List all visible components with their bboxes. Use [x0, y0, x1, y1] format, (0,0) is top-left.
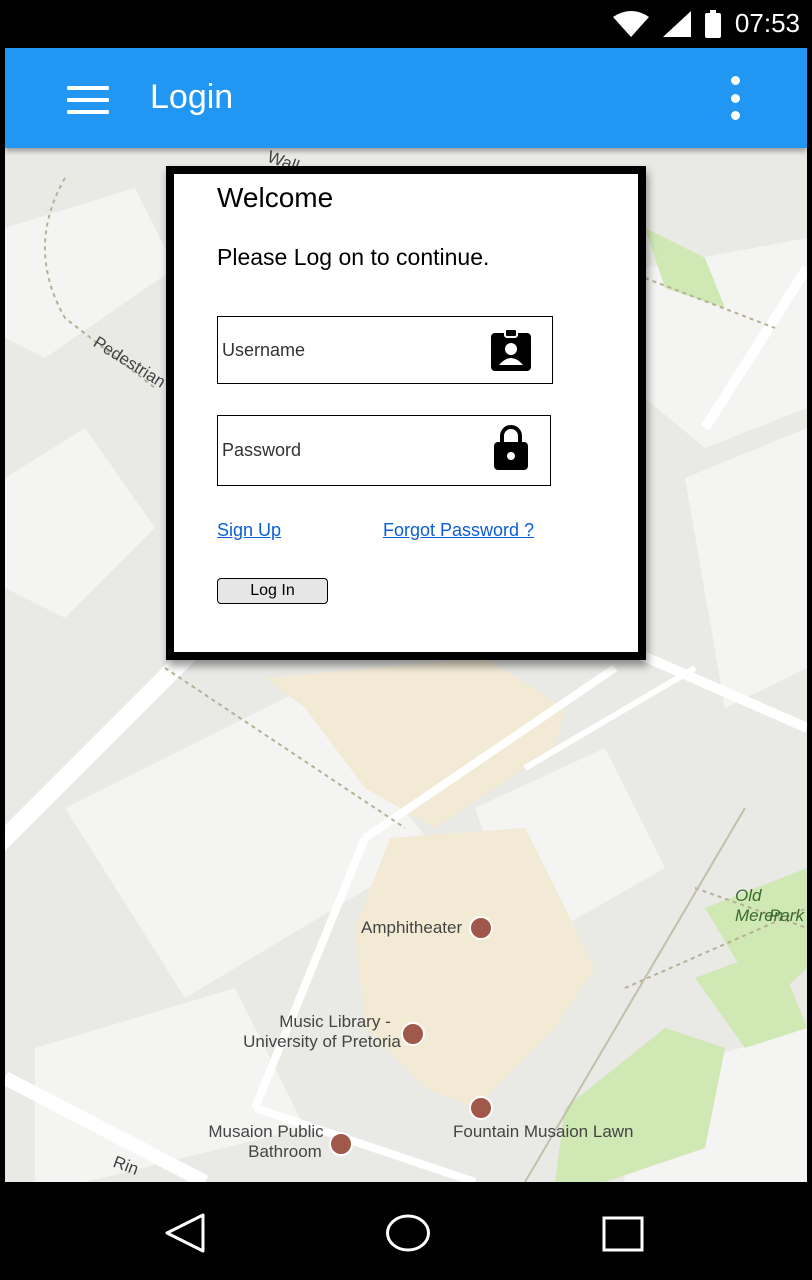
login-dialog-body: Welcome Please Log on to continue. Usern… [174, 174, 638, 652]
status-icons: 07:53 [612, 8, 800, 39]
system-nav-bar [5, 1182, 807, 1280]
username-placeholder: Username [222, 340, 306, 360]
sign-up-link[interactable]: Sign Up [217, 520, 281, 541]
map-building [685, 428, 807, 708]
welcome-heading: Welcome [217, 182, 334, 213]
password-field[interactable]: Password [217, 415, 551, 486]
login-dialog: Welcome Please Log on to continue. Usern… [166, 166, 646, 660]
fountain-poi-icon[interactable] [469, 1096, 493, 1120]
lock-icon [494, 425, 528, 470]
map-label-bathroom-2: Bathroom [248, 1142, 322, 1161]
forgot-password-link[interactable]: Forgot Password ? [383, 520, 534, 541]
theater-poi-icon[interactable] [469, 916, 493, 940]
map-building [5, 428, 155, 618]
map-label-music-library-1: Music Library - [279, 1012, 391, 1031]
login-button[interactable]: Log In [217, 578, 328, 604]
restroom-poi-icon[interactable] [329, 1132, 353, 1156]
map-label-bathroom-1: Musaion Public [208, 1122, 324, 1141]
school-poi-icon[interactable] [401, 1022, 425, 1046]
id-badge-icon [491, 329, 531, 371]
map-label-fountain: Fountain Musaion Lawn [453, 1122, 634, 1141]
username-field[interactable]: Username [217, 316, 553, 384]
login-subtitle: Please Log on to continue. [217, 244, 490, 270]
status-time: 07:53 [734, 8, 800, 38]
status-bar: 07:53 [0, 0, 812, 48]
map-label-amphitheater: Amphitheater [361, 918, 463, 937]
map-label-old-merensky-2: Park [769, 906, 804, 925]
wifi-icon [612, 10, 649, 37]
menu-icon[interactable] [67, 86, 109, 114]
map-label-music-library-2: University of Pretoria [243, 1032, 401, 1051]
map-building [5, 188, 175, 358]
cell-signal-icon [662, 10, 691, 37]
home-icon[interactable] [385, 1213, 431, 1253]
overflow-menu-icon[interactable] [725, 76, 745, 120]
recents-icon[interactable] [602, 1216, 646, 1254]
page-title: Login [150, 78, 234, 116]
password-placeholder: Password [222, 440, 302, 460]
app-bar: Login [5, 48, 807, 148]
battery-icon [704, 9, 721, 38]
back-icon[interactable] [163, 1211, 207, 1255]
